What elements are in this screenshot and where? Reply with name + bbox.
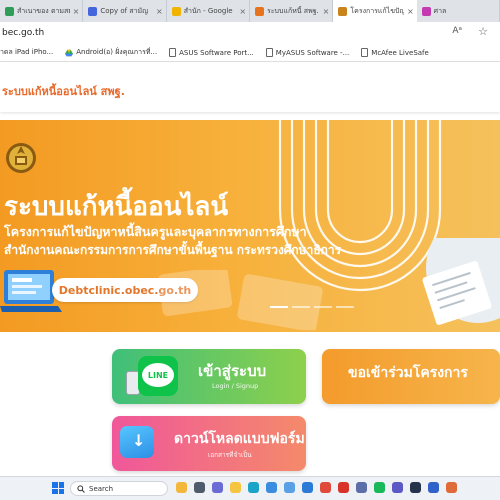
search-icon	[77, 484, 85, 493]
tab-favicon-icon	[338, 6, 348, 16]
app-icon[interactable]	[410, 482, 421, 493]
task-view-icon[interactable]	[194, 482, 205, 493]
tab-favicon-icon	[88, 6, 98, 16]
teams-icon[interactable]	[392, 482, 403, 493]
bookmark-item[interactable]: MyASUS Software -...	[265, 48, 350, 57]
credit-card-watermark	[158, 270, 323, 330]
download-label: ดาวน์โหลดแบบฟอร์ม	[174, 431, 305, 447]
hero-title: ระบบแก้หนี้ออนไลน์	[4, 192, 229, 222]
tab-close-icon[interactable]: ×	[407, 7, 414, 16]
search-placeholder: Search	[89, 484, 114, 493]
tab-title: ศาล	[433, 6, 447, 15]
taskbar-search[interactable]: Search	[70, 481, 168, 496]
carousel-dot[interactable]	[314, 306, 332, 308]
browser-tab-strip: สำเนาของ ตามสมาชิก×Copy of สามัญ×สำนัก -…	[0, 0, 500, 22]
bookmark-star-icon[interactable]: ☆	[478, 25, 488, 38]
windows-start-icon[interactable]	[52, 482, 64, 494]
tab-favicon-icon	[255, 6, 265, 16]
hero-banner: ระบบแก้หนี้ออนไลน์ โครงการแก้ไขปัญหาหนี้…	[0, 120, 500, 332]
taskbar-apps	[176, 482, 457, 493]
tab-title: ระบบแก้หนี้ สพฐ. - ...	[267, 6, 320, 15]
bookmark-item[interactable]: าดล iPad iPho...	[0, 47, 53, 58]
tab-favicon-icon	[421, 6, 431, 16]
tab-title: โครงการแก้ไขปัญหา	[350, 6, 404, 15]
login-label: เข้าสู่ระบบ	[198, 362, 267, 380]
browser-tab[interactable]: Copy of สามัญ ×	[83, 0, 167, 22]
login-button[interactable]: LINE เข้าสู่ระบบ Login / Signup	[112, 349, 306, 404]
file-explorer-icon[interactable]	[230, 482, 241, 493]
line-app-icon[interactable]	[374, 482, 385, 493]
browser-tab[interactable]: โครงการแก้ไขปัญหา×	[333, 0, 417, 22]
google-drive-icon	[65, 49, 74, 56]
bookmark-item[interactable]: Android(อ) ฝั่งคุณการที่...	[65, 47, 157, 58]
windows-taskbar: Search	[0, 476, 500, 500]
receipt-illustration	[422, 238, 500, 325]
bookmark-label: Android(อ) ฝั่งคุณการที่...	[76, 48, 158, 56]
acrobat-icon[interactable]	[338, 482, 349, 493]
browser-tab[interactable]: ระบบแก้หนี้ สพฐ. - ...×	[250, 0, 334, 22]
bookmark-item[interactable]: ASUS Software Port...	[169, 48, 254, 57]
bookmark-label: McAfee LiveSafe	[371, 48, 429, 57]
download-icon: ↓	[120, 426, 154, 458]
chrome-icon[interactable]	[320, 482, 331, 493]
hero-subtitle-project: โครงการแก้ไขปัญหาหนี้สินครูและบุคลากรทาง…	[4, 224, 307, 239]
carousel-dot[interactable]	[270, 306, 288, 308]
hero-subtitle-office: สำนักงานคณะกรรมการการศึกษาขั้นพื้นฐาน กร…	[4, 243, 342, 257]
carousel-dot[interactable]	[292, 306, 310, 308]
browser-tab[interactable]: สำนัก - Google ×	[167, 0, 251, 22]
browser-tab[interactable]: สำเนาของ ตามสมาชิก×	[0, 0, 84, 22]
join-label: ขอเข้าร่วมโครงการ	[348, 365, 468, 381]
widgets-icon[interactable]	[176, 482, 187, 493]
doc-icon	[361, 48, 369, 57]
tab-title: สำนัก - Google	[183, 6, 233, 15]
carousel-indicators[interactable]	[270, 306, 354, 308]
join-project-button[interactable]: ขอเข้าร่วมโครงการ	[322, 349, 500, 404]
download-sub-label: เอกสารที่จำเป็น	[208, 451, 252, 459]
app-icon[interactable]	[356, 482, 367, 493]
bookmark-item[interactable]: McAfee LiveSafe	[361, 48, 429, 57]
url-text[interactable]: bec.go.th	[2, 28, 44, 38]
address-bar[interactable]: bec.go.th Aᵃ ☆	[0, 22, 500, 44]
tab-close-icon[interactable]: ×	[156, 7, 163, 16]
site-header: ระบบแก้หนี้ออนไลน์ สพฐ.	[0, 62, 500, 112]
site-title[interactable]: ระบบแก้หนี้ออนไลน์ สพฐ.	[2, 82, 125, 100]
mail-icon[interactable]	[302, 482, 313, 493]
download-form-button[interactable]: ↓ ดาวน์โหลดแบบฟอร์ม เอกสารที่จำเป็น	[112, 416, 306, 471]
bookmarks-bar: าดล iPad iPho... Android(อ) ฝั่งคุณการที…	[0, 44, 500, 62]
doc-icon	[169, 48, 177, 57]
tab-close-icon[interactable]: ×	[323, 7, 330, 16]
store-icon[interactable]	[266, 482, 277, 493]
tab-title: Copy of สามัญ	[100, 6, 149, 15]
tab-favicon-icon	[171, 6, 181, 16]
reader-mode-icon[interactable]: Aᵃ	[452, 26, 462, 36]
edge-icon[interactable]	[248, 482, 259, 493]
browser-tab[interactable]: ศาล	[417, 0, 500, 22]
tab-title: สำเนาของ ตามสมาชิก	[17, 6, 70, 15]
doc-icon	[265, 48, 273, 57]
carousel-dot[interactable]	[336, 306, 354, 308]
obec-seal-icon	[6, 143, 36, 173]
bookmark-label: าดล iPad iPho...	[0, 48, 54, 56]
bookmark-label: ASUS Software Port...	[179, 48, 254, 57]
login-sub-label: Login / Signup	[212, 382, 259, 390]
tab-favicon-icon	[5, 6, 14, 16]
tab-close-icon[interactable]: ×	[239, 7, 246, 16]
bookmark-label: MyASUS Software -...	[275, 48, 350, 57]
chat-icon[interactable]	[212, 482, 223, 493]
line-logo-icon: LINE	[138, 356, 178, 396]
tab-close-icon[interactable]: ×	[73, 7, 80, 16]
app-icon[interactable]	[446, 482, 457, 493]
word-icon[interactable]	[428, 482, 439, 493]
photos-icon[interactable]	[284, 482, 295, 493]
